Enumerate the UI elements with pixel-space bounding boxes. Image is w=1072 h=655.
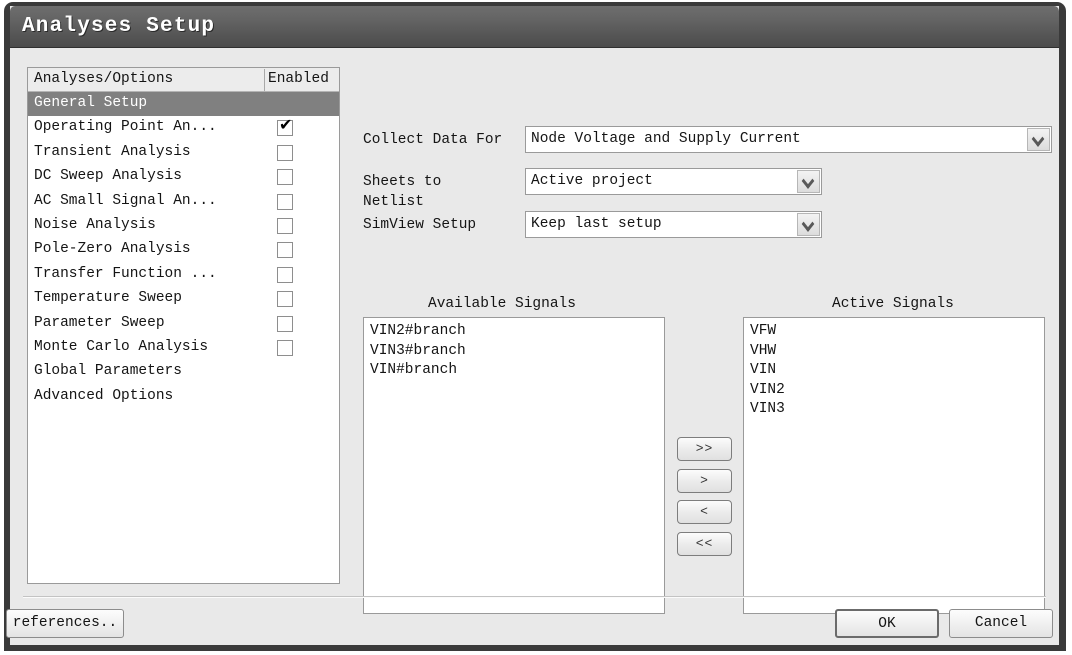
analyses-table-header: Analyses/Options Enabled: [28, 68, 339, 92]
active-signals-items: VFW VHW VIN VIN2 VIN3: [744, 318, 1044, 420]
collect-data-for-dropdown[interactable]: Node Voltage and Supply Current: [525, 126, 1052, 153]
enabled-checkbox[interactable]: [277, 266, 293, 283]
move-right-button[interactable]: >: [677, 469, 732, 493]
analyses-row[interactable]: Temperature Sweep: [28, 287, 339, 311]
screen: Analyses Setup Analyses/Options Enabled …: [0, 0, 1072, 655]
checkmark-icon: ✔: [279, 115, 293, 135]
analyses-row-label: General Setup: [34, 95, 148, 111]
sheets-to-netlist-label-line2: Netlist: [363, 194, 424, 210]
signal-list-item[interactable]: VHW: [744, 342, 1044, 362]
sheets-to-netlist-label-line1: Sheets to: [363, 174, 442, 190]
chevron-down-icon[interactable]: [1027, 128, 1050, 151]
collect-data-for-value: Node Voltage and Supply Current: [531, 131, 801, 147]
analyses-row[interactable]: Transfer Function ...: [28, 263, 339, 287]
window-title: Analyses Setup: [22, 15, 216, 38]
analyses-row[interactable]: DC Sweep Analysis: [28, 165, 339, 189]
column-divider: [264, 69, 265, 91]
signal-list-item[interactable]: VIN#branch: [364, 361, 664, 381]
move-all-right-button[interactable]: >>: [677, 437, 732, 461]
analyses-row-label: Pole-Zero Analysis: [34, 241, 191, 258]
analyses-row-label: AC Small Signal An...: [34, 192, 217, 209]
enabled-checkbox[interactable]: [277, 339, 293, 356]
analyses-row[interactable]: General Setup: [28, 92, 339, 117]
analyses-table-body: General Setup Operating Point An... ✔ Trans…: [28, 92, 339, 409]
signal-list-item[interactable]: VFW: [744, 322, 1044, 342]
analyses-row-label: Transient Analysis: [34, 143, 191, 160]
signal-list-item[interactable]: VIN: [744, 361, 1044, 381]
available-signals-title: Available Signals: [428, 296, 576, 312]
simview-setup-dropdown[interactable]: Keep last setup: [525, 211, 822, 238]
footer-separator: [23, 596, 1046, 598]
column-header-enabled: Enabled: [268, 71, 329, 87]
analyses-row-label: Noise Analysis: [34, 216, 156, 233]
analyses-row[interactable]: Operating Point An... ✔: [28, 116, 339, 140]
collect-data-for-label: Collect Data For: [363, 132, 503, 148]
available-signals-items: VIN2#branch VIN3#branch VIN#branch: [364, 318, 664, 381]
analyses-row[interactable]: Transient Analysis: [28, 141, 339, 165]
chevron-down-icon[interactable]: [797, 213, 820, 236]
enabled-checkbox[interactable]: [277, 193, 293, 210]
preferences-button[interactable]: references..: [6, 609, 124, 638]
enabled-checkbox[interactable]: [277, 242, 293, 259]
move-all-left-button[interactable]: <<: [677, 532, 732, 556]
dialog-window: Analyses Setup Analyses/Options Enabled …: [4, 2, 1066, 651]
enabled-checkbox[interactable]: [277, 315, 293, 332]
simview-setup-label: SimView Setup: [363, 217, 477, 233]
dialog-window-inner: Analyses Setup Analyses/Options Enabled …: [6, 6, 1059, 645]
analyses-row-label: Parameter Sweep: [34, 314, 165, 331]
enabled-checkbox[interactable]: [277, 144, 293, 161]
analyses-row-label: DC Sweep Analysis: [34, 168, 182, 185]
active-signals-listbox[interactable]: VFW VHW VIN VIN2 VIN3: [743, 317, 1045, 614]
available-signals-listbox[interactable]: VIN2#branch VIN3#branch VIN#branch: [363, 317, 665, 614]
analyses-row-label: Operating Point An...: [34, 119, 217, 136]
signal-list-item[interactable]: VIN3: [744, 400, 1044, 420]
dialog-client-area: Analyses/Options Enabled General Setup Op…: [6, 48, 1059, 645]
analyses-row[interactable]: Global Parameters: [28, 360, 339, 384]
analyses-row-label: Global Parameters: [34, 363, 182, 380]
cancel-button[interactable]: Cancel: [949, 609, 1053, 638]
analyses-row-label: Advanced Options: [34, 387, 174, 404]
signal-list-item[interactable]: VIN2#branch: [364, 322, 664, 342]
enabled-checkbox[interactable]: [277, 217, 293, 234]
analyses-row[interactable]: Parameter Sweep: [28, 312, 339, 336]
analyses-row[interactable]: Advanced Options: [28, 385, 339, 409]
title-bar: Analyses Setup: [10, 6, 1059, 48]
analyses-row[interactable]: Pole-Zero Analysis: [28, 238, 339, 262]
sheets-to-netlist-value: Active project: [531, 173, 653, 189]
active-signals-title: Active Signals: [832, 296, 954, 312]
analyses-row-label: Monte Carlo Analysis: [34, 338, 209, 355]
analyses-options-table[interactable]: Analyses/Options Enabled General Setup Op…: [27, 67, 340, 584]
analyses-row[interactable]: AC Small Signal An...: [28, 190, 339, 214]
signal-list-item[interactable]: VIN3#branch: [364, 342, 664, 362]
signal-list-item[interactable]: VIN2: [744, 381, 1044, 401]
ok-button[interactable]: OK: [835, 609, 939, 638]
analyses-row[interactable]: Monte Carlo Analysis: [28, 336, 339, 360]
analyses-row[interactable]: Noise Analysis: [28, 214, 339, 238]
enabled-checkbox[interactable]: [277, 169, 293, 186]
enabled-checkbox[interactable]: ✔: [277, 115, 293, 137]
sheets-to-netlist-dropdown[interactable]: Active project: [525, 168, 822, 195]
simview-setup-value: Keep last setup: [531, 216, 662, 232]
analyses-row-label: Transfer Function ...: [34, 265, 217, 282]
analyses-row-label: Temperature Sweep: [34, 290, 182, 307]
chevron-down-icon[interactable]: [797, 170, 820, 193]
enabled-checkbox[interactable]: [277, 291, 293, 308]
move-left-button[interactable]: <: [677, 500, 732, 524]
column-header-analyses-options: Analyses/Options: [34, 71, 174, 87]
